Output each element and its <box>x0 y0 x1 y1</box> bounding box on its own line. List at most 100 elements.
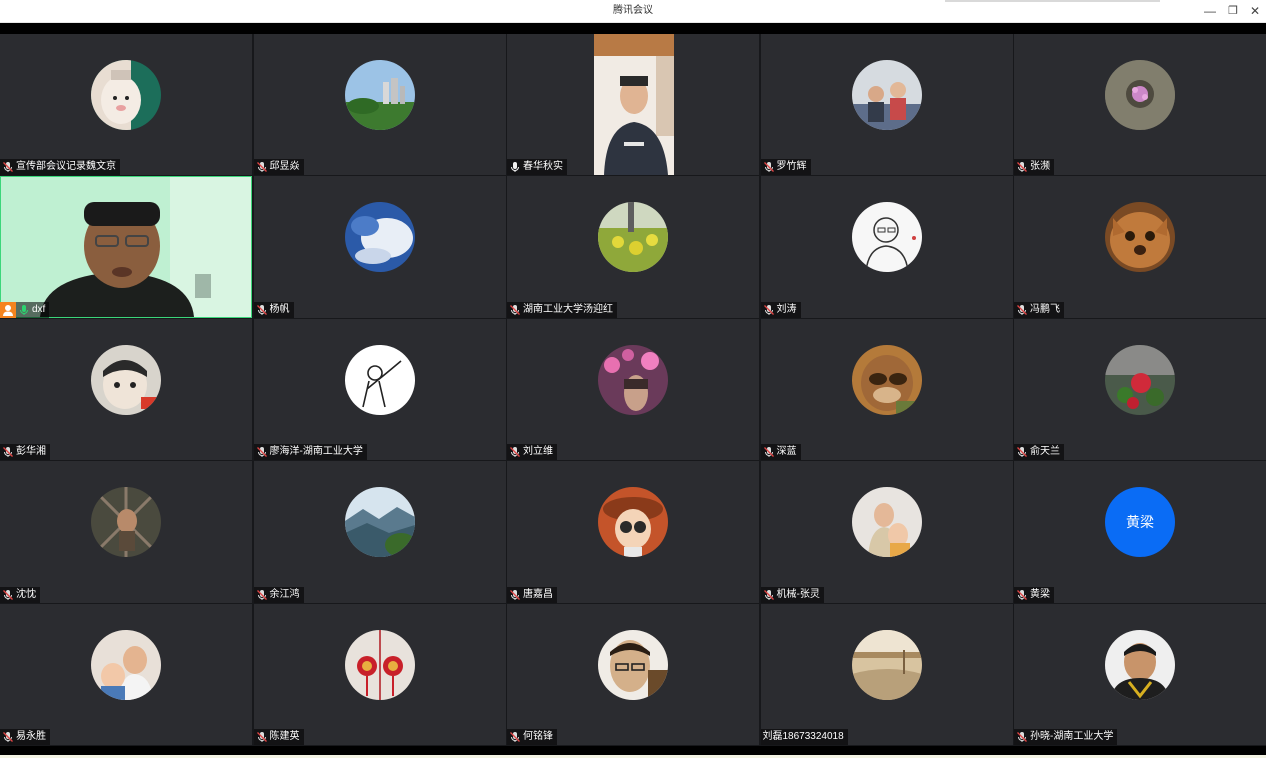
participant-name: 黄梁 <box>1030 588 1050 600</box>
participant-name-tag: 彭华湘 <box>0 444 50 461</box>
participant-tile[interactable]: 湖南工业大学汤迎红 <box>507 176 759 318</box>
participant-name: 张濒 <box>1030 161 1050 173</box>
avatar <box>598 629 668 700</box>
participant-name-tag: 刘立维 <box>507 444 557 461</box>
participant-tile[interactable]: 宣传部会议记录魏文京 <box>0 34 252 176</box>
participant-tile[interactable]: 孙晓-湖南工业大学 <box>1014 603 1266 745</box>
participant-tile[interactable]: 廖海洋-湖南工业大学 <box>253 318 506 461</box>
participant-name-tag: 俞天兰 <box>1014 444 1064 461</box>
participant-tile[interactable]: 张濒 <box>1014 34 1266 176</box>
participant-name-tag: 杨帆 <box>253 301 294 318</box>
participant-tile[interactable]: 深蓝 <box>760 318 1013 461</box>
participant-tile[interactable]: 冯鹏飞 <box>1014 176 1266 318</box>
avatar <box>851 202 922 273</box>
participant-tile[interactable]: 余江鸿 <box>253 461 506 603</box>
avatar <box>91 344 161 415</box>
participant-name-tag: 黄梁 <box>1014 586 1054 603</box>
title-bar-shadow <box>945 0 1160 2</box>
mic-muted-icon <box>1016 446 1028 458</box>
mic-muted-icon <box>509 589 521 601</box>
participant-video <box>0 176 252 318</box>
participant-tile[interactable]: 刘磊18673324018 <box>760 603 1013 745</box>
mic-muted-icon <box>2 731 14 743</box>
mic-muted-icon <box>2 589 14 601</box>
top-divider <box>0 23 1266 34</box>
participant-tile[interactable]: 邱昱焱 <box>253 34 506 176</box>
participant-tile-active-speaker[interactable]: dxf <box>0 176 252 318</box>
participant-tile[interactable]: 易永胜 <box>0 603 252 745</box>
participant-name-tag: 宣传部会议记录魏文京 <box>0 159 120 176</box>
avatar <box>598 344 668 415</box>
participant-name: 湖南工业大学汤迎红 <box>523 303 613 315</box>
participant-name: dxf <box>32 303 46 315</box>
participant-name-tag: 张濒 <box>1014 159 1054 176</box>
participant-name-tag: dxf <box>0 301 50 318</box>
avatar <box>1105 202 1175 273</box>
participant-tile[interactable]: 何铭锋 <box>507 603 759 745</box>
participant-name-tag: 刘涛 <box>760 301 801 318</box>
participant-tile[interactable]: 刘立维 <box>507 318 759 461</box>
avatar <box>1105 629 1175 700</box>
avatar-initials: 黄梁 <box>1126 514 1154 531</box>
avatar <box>91 60 161 130</box>
avatar <box>851 344 922 415</box>
mic-muted-icon <box>256 446 268 458</box>
mic-muted-icon <box>2 446 14 458</box>
participant-tile[interactable]: 杨帆 <box>253 176 506 318</box>
mic-muted-icon <box>763 161 775 173</box>
minimize-icon[interactable]: — <box>1202 3 1218 19</box>
participant-name: 唐嘉昌 <box>523 588 553 600</box>
mic-muted-icon <box>256 589 268 601</box>
participant-name-tag: 唐嘉昌 <box>507 586 557 603</box>
participant-name: 何铭锋 <box>523 730 553 742</box>
mic-muted-icon <box>256 304 268 316</box>
participant-name-tag: 机械-张灵 <box>760 586 824 603</box>
participant-name-tag: 余江鸿 <box>253 586 304 603</box>
participant-tile[interactable]: 陈建英 <box>253 603 506 745</box>
restore-icon[interactable]: ❐ <box>1225 3 1241 19</box>
avatar <box>598 487 668 558</box>
participant-name-tag: 罗竹辉 <box>760 159 811 176</box>
avatar <box>344 344 415 415</box>
participant-name: 宣传部会议记录魏文京 <box>16 161 116 173</box>
participant-name: 邱昱焱 <box>269 161 300 173</box>
participant-tile[interactable]: 唐嘉昌 <box>507 461 759 603</box>
avatar <box>851 629 922 700</box>
participant-name-tag: 孙晓-湖南工业大学 <box>1014 728 1118 745</box>
avatar <box>598 202 668 273</box>
mic-muted-icon <box>1016 304 1028 316</box>
participant-name: 刘磊18673324018 <box>762 730 844 742</box>
participant-name-tag: 沈忱 <box>0 586 40 603</box>
participant-tile[interactable]: 黄梁 黄梁 <box>1014 461 1266 603</box>
participant-name: 沈忱 <box>16 588 36 600</box>
mic-muted-icon <box>763 446 775 458</box>
participant-tile[interactable]: 沈忱 <box>0 461 252 603</box>
participant-tile[interactable]: 机械-张灵 <box>760 461 1013 603</box>
participant-name: 杨帆 <box>269 303 290 315</box>
participant-name: 余江鸿 <box>269 588 300 600</box>
participant-name: 机械-张灵 <box>776 588 820 600</box>
avatar <box>344 60 415 130</box>
mic-muted-icon <box>509 446 521 458</box>
participant-name: 深蓝 <box>776 446 797 458</box>
participant-tile[interactable]: 彭华湘 <box>0 318 252 461</box>
participant-name-tag: 邱昱焱 <box>253 159 304 176</box>
participant-name-tag: 易永胜 <box>0 728 50 745</box>
participant-tile[interactable]: 春华秋实 <box>507 34 759 176</box>
participant-name: 彭华湘 <box>16 446 46 458</box>
participant-tile[interactable]: 俞天兰 <box>1014 318 1266 461</box>
participant-tile[interactable]: 刘涛 <box>760 176 1013 318</box>
participant-name: 陈建英 <box>269 730 300 742</box>
participant-tile[interactable]: 罗竹辉 <box>760 34 1013 176</box>
mic-muted-icon <box>2 161 14 173</box>
participant-name: 孙晓-湖南工业大学 <box>1030 730 1114 742</box>
mic-speaking-icon <box>18 304 30 316</box>
participant-name: 廖海洋-湖南工业大学 <box>269 446 363 458</box>
participant-name-tag: 刘磊18673324018 <box>760 728 848 745</box>
title-bar: 腾讯会议 — ❐ ✕ <box>0 0 1266 23</box>
participant-name-tag: 湖南工业大学汤迎红 <box>507 301 617 318</box>
window-title: 腾讯会议 <box>613 5 653 16</box>
avatar <box>344 202 415 273</box>
mic-muted-icon <box>509 731 521 743</box>
close-icon[interactable]: ✕ <box>1247 3 1263 19</box>
